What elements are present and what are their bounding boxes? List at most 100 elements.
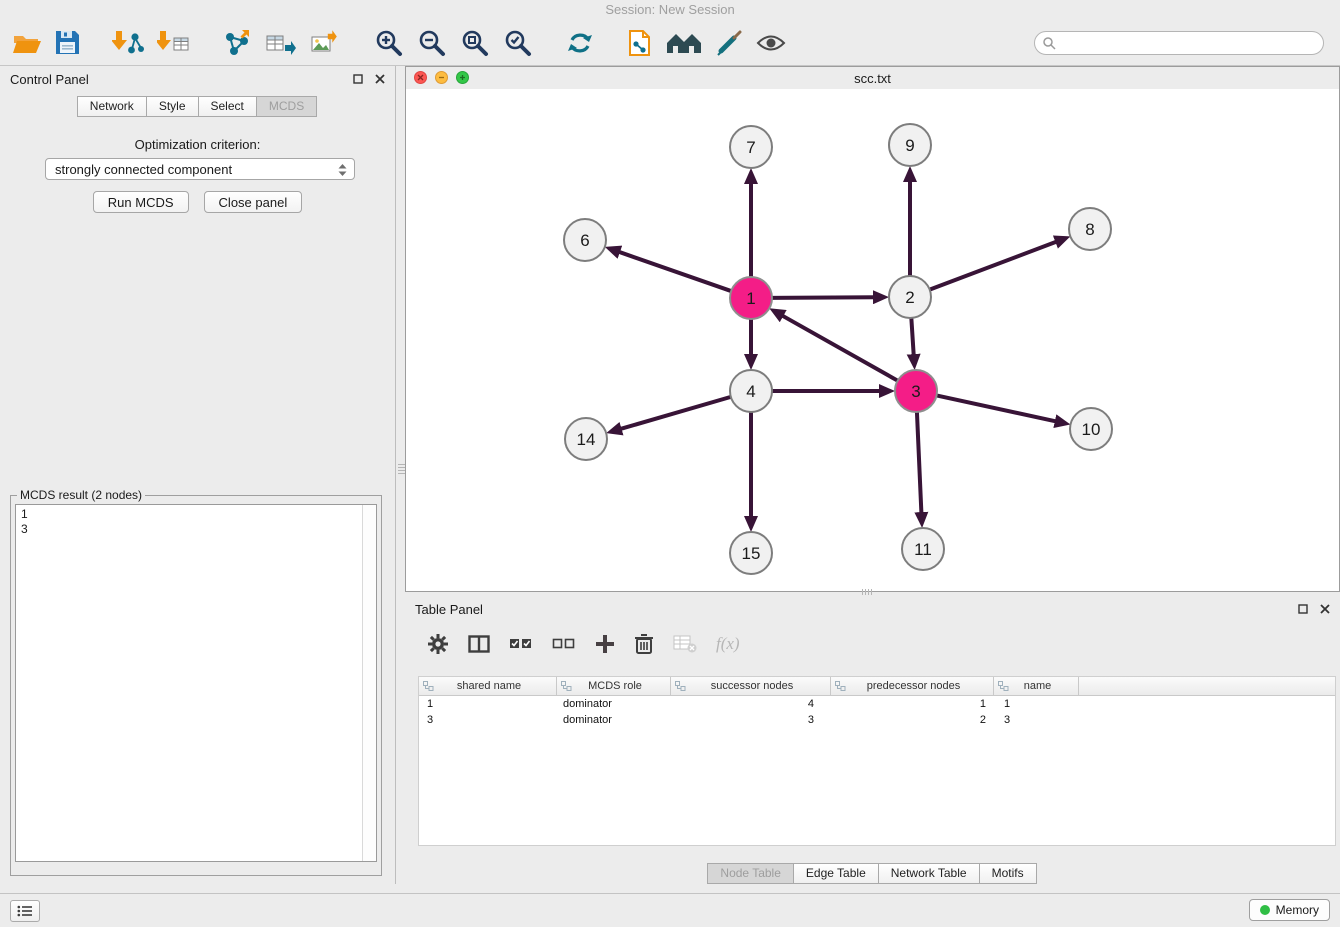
window-zoom-button[interactable]: [456, 71, 469, 84]
task-history-button[interactable]: [10, 900, 40, 922]
graph-node-3[interactable]: 3: [895, 370, 937, 412]
tab-mcds[interactable]: MCDS: [256, 96, 317, 117]
column-header-successor-nodes[interactable]: successor nodes: [671, 677, 831, 695]
cell-name[interactable]: 3: [994, 714, 1079, 726]
memory-button[interactable]: Memory: [1249, 899, 1330, 921]
graph-node-label: 2: [905, 288, 914, 307]
refresh-layout-button[interactable]: [565, 26, 595, 60]
graph-edge-2-8[interactable]: [930, 241, 1058, 289]
graph-node-1[interactable]: 1: [730, 277, 772, 319]
cell-predecessor-nodes[interactable]: 1: [831, 698, 994, 710]
graph-node-6[interactable]: 6: [564, 219, 606, 261]
graph-edge-4-14[interactable]: [620, 397, 731, 429]
control-panel-tabs: Network Style Select MCDS: [0, 96, 395, 117]
import-network-icon: [112, 29, 144, 57]
graph-node-7[interactable]: 7: [730, 126, 772, 168]
zoom-in-button[interactable]: [374, 26, 404, 60]
window-minimize-button[interactable]: [435, 71, 448, 84]
table-settings-button[interactable]: [427, 633, 449, 655]
cell-successor-nodes[interactable]: 3: [671, 714, 831, 726]
cell-name[interactable]: 1: [994, 698, 1079, 710]
table-panel: Table Panel: [405, 596, 1340, 893]
tab-style[interactable]: Style: [146, 96, 199, 117]
save-session-button[interactable]: [55, 26, 80, 60]
result-scrollbar[interactable]: [362, 505, 376, 861]
close-panel-button[interactable]: Close panel: [204, 191, 303, 213]
export-image-icon: [310, 29, 342, 57]
cell-successor-nodes[interactable]: 4: [671, 698, 831, 710]
new-table-button[interactable]: [265, 26, 297, 60]
graph-node-10[interactable]: 10: [1070, 408, 1112, 450]
duplicate-network-button[interactable]: [627, 26, 653, 60]
tab-network[interactable]: Network: [77, 96, 147, 117]
column-header-mcds-role[interactable]: MCDS role: [557, 677, 671, 695]
function-builder-button: f(x): [716, 634, 740, 654]
import-table-button[interactable]: [157, 26, 190, 60]
cell-predecessor-nodes[interactable]: 2: [831, 714, 994, 726]
graph-edge-3-1[interactable]: [781, 315, 897, 381]
deselect-all-columns-button[interactable]: [552, 635, 576, 653]
tab-node-table[interactable]: Node Table: [707, 863, 794, 884]
show-hide-button[interactable]: [756, 26, 786, 60]
delete-column-button[interactable]: [634, 633, 654, 655]
table-panel-tabs: Node Table Edge Table Network Table Moti…: [405, 863, 1340, 884]
table-row[interactable]: 1 dominator 4 1 1: [419, 696, 1335, 712]
cell-mcds-role[interactable]: dominator: [557, 698, 671, 710]
column-header-predecessor-nodes[interactable]: predecessor nodes: [831, 677, 994, 695]
column-header-name[interactable]: name: [994, 677, 1079, 695]
graph-node-11[interactable]: 11: [902, 528, 944, 570]
float-table-panel-icon[interactable]: [1298, 604, 1308, 614]
cell-shared-name[interactable]: 1: [419, 698, 557, 710]
network-window-title: scc.txt: [854, 71, 891, 86]
run-mcds-button[interactable]: Run MCDS: [93, 191, 189, 213]
zoom-fit-button[interactable]: [460, 26, 490, 60]
graph-edge-3-11[interactable]: [917, 412, 922, 514]
graph-node-15[interactable]: 15: [730, 532, 772, 574]
export-image-button[interactable]: [310, 26, 342, 60]
column-type-icon: [423, 681, 434, 691]
add-column-button[interactable]: [595, 634, 615, 654]
apply-style-button[interactable]: [715, 26, 743, 60]
graph-edge-3-10[interactable]: [937, 395, 1057, 421]
table-row[interactable]: 3 dominator 3 2 3: [419, 712, 1335, 728]
close-panel-icon[interactable]: [375, 74, 385, 84]
close-table-panel-icon[interactable]: [1320, 604, 1330, 614]
graph-edge-1-2[interactable]: [772, 297, 875, 298]
graph-node-14[interactable]: 14: [565, 418, 607, 460]
zoom-selected-button[interactable]: [503, 26, 533, 60]
tab-network-table[interactable]: Network Table: [878, 863, 980, 884]
maximize-icon: [459, 74, 466, 81]
app-title: Session: New Session: [605, 2, 734, 17]
graph-edge-1-6[interactable]: [618, 252, 731, 292]
graph-node-2[interactable]: 2: [889, 276, 931, 318]
show-columns-button[interactable]: [468, 635, 490, 653]
search-input[interactable]: [1034, 31, 1324, 55]
network-graph[interactable]: 7 9 6 8 1 2 4 3 14 10 15 11: [406, 89, 1339, 591]
graph-edge-2-3[interactable]: [911, 318, 913, 356]
window-close-button[interactable]: [414, 71, 427, 84]
home-button[interactable]: [666, 26, 702, 60]
graph-node-label: 9: [905, 136, 914, 155]
column-header-shared-name[interactable]: shared name: [419, 677, 557, 695]
cell-shared-name[interactable]: 3: [419, 714, 557, 726]
float-panel-icon[interactable]: [353, 74, 363, 84]
graph-node-4[interactable]: 4: [730, 370, 772, 412]
cell-mcds-role[interactable]: dominator: [557, 714, 671, 726]
tab-motifs[interactable]: Motifs: [979, 863, 1037, 884]
new-network-button[interactable]: [222, 26, 252, 60]
optimization-dropdown[interactable]: strongly connected component: [45, 158, 355, 180]
minimize-icon: [438, 74, 445, 81]
graph-node-8[interactable]: 8: [1069, 208, 1111, 250]
control-panel-title: Control Panel: [10, 72, 89, 87]
select-all-columns-button[interactable]: [509, 635, 533, 653]
tab-select[interactable]: Select: [198, 96, 257, 117]
network-canvas[interactable]: 7 9 6 8 1 2 4 3 14 10 15 11: [406, 89, 1339, 591]
horizontal-splitter-grip[interactable]: [862, 589, 874, 595]
zoom-out-button[interactable]: [417, 26, 447, 60]
vertical-splitter-grip[interactable]: [398, 464, 405, 476]
tab-edge-table[interactable]: Edge Table: [793, 863, 879, 884]
result-line: 1: [21, 507, 357, 522]
open-session-button[interactable]: [12, 26, 42, 60]
import-network-button[interactable]: [112, 26, 144, 60]
graph-node-9[interactable]: 9: [889, 124, 931, 166]
